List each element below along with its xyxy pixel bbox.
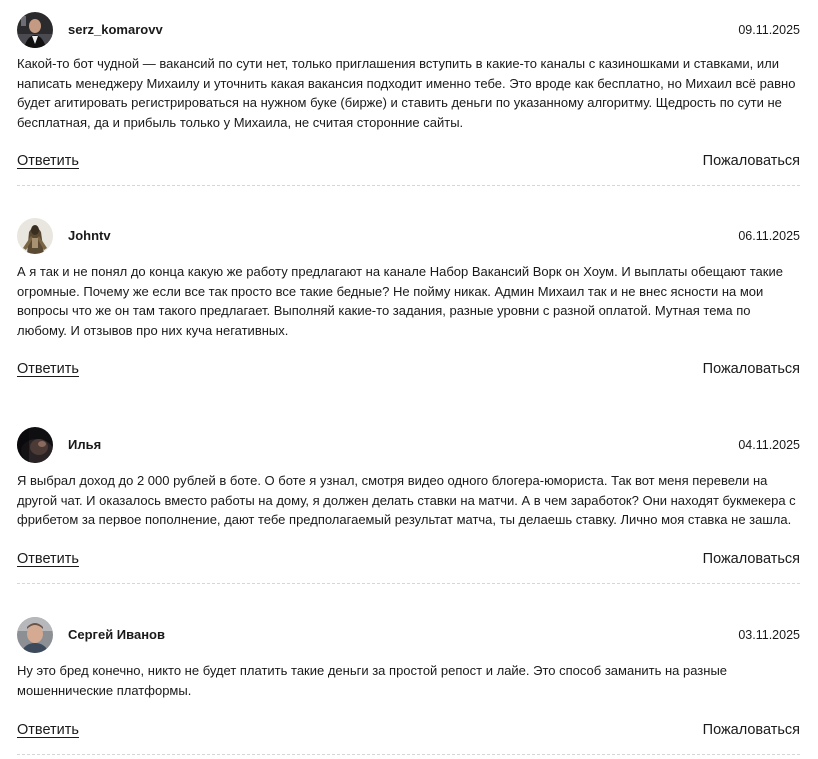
- reply-button[interactable]: Ответить: [17, 551, 79, 567]
- comment-date: 09.11.2025: [738, 23, 800, 37]
- comment-date: 03.11.2025: [738, 628, 800, 642]
- report-button[interactable]: Пожаловаться: [703, 722, 800, 738]
- reply-button[interactable]: Ответить: [17, 722, 79, 738]
- comment-header: Илья 04.11.2025: [17, 427, 800, 463]
- divider: [17, 754, 800, 755]
- comment-item: Сергей Иванов 03.11.2025 Ну это бред кон…: [17, 617, 800, 755]
- comment-text: Ну это бред конечно, никто не будет плат…: [17, 663, 728, 698]
- comment-actions: Ответить Пожаловаться: [17, 153, 800, 173]
- comment-text: А я так и не понял до конца какую же раб…: [17, 264, 783, 338]
- comment-item: Johntv 06.11.2025 А я так и не понял до …: [17, 218, 800, 377]
- avatar[interactable]: [17, 12, 53, 48]
- avatar-photo-icon: [17, 617, 53, 653]
- comment-actions: Ответить Пожаловаться: [17, 361, 800, 381]
- comment-actions: Ответить Пожаловаться: [17, 722, 800, 742]
- report-button[interactable]: Пожаловаться: [703, 153, 800, 169]
- avatar[interactable]: [17, 617, 53, 653]
- comment-author: serz_komarovv: [68, 22, 163, 37]
- comment-author: Johntv: [68, 228, 111, 243]
- avatar-photo-icon: [17, 218, 53, 254]
- comment-author: Илья: [68, 437, 102, 452]
- comment-item: Илья 04.11.2025 Я выбрал доход до 2 000 …: [17, 427, 800, 584]
- comment-author: Сергей Иванов: [68, 627, 165, 642]
- comment-header: Сергей Иванов 03.11.2025: [17, 617, 800, 653]
- avatar[interactable]: [17, 218, 53, 254]
- divider: [17, 185, 800, 186]
- comment-item: serz_komarovv 09.11.2025 Какой-то бот чу…: [17, 12, 800, 186]
- avatar-photo-icon: [17, 427, 53, 463]
- comment-date: 04.11.2025: [738, 438, 800, 452]
- comment-header: Johntv 06.11.2025: [17, 218, 800, 254]
- report-button[interactable]: Пожаловаться: [703, 551, 800, 567]
- avatar[interactable]: [17, 427, 53, 463]
- reply-button[interactable]: Ответить: [17, 361, 79, 377]
- comment-text: Какой-то бот чудной — вакансий по сути н…: [17, 56, 796, 130]
- report-button[interactable]: Пожаловаться: [703, 361, 800, 377]
- comment-date: 06.11.2025: [738, 229, 800, 243]
- reply-button[interactable]: Ответить: [17, 153, 79, 169]
- avatar-photo-icon: [17, 12, 53, 48]
- comment-text: Я выбрал доход до 2 000 рублей в боте. О…: [17, 473, 796, 527]
- divider: [17, 583, 800, 584]
- comment-header: serz_komarovv 09.11.2025: [17, 12, 800, 48]
- comment-actions: Ответить Пожаловаться: [17, 551, 800, 571]
